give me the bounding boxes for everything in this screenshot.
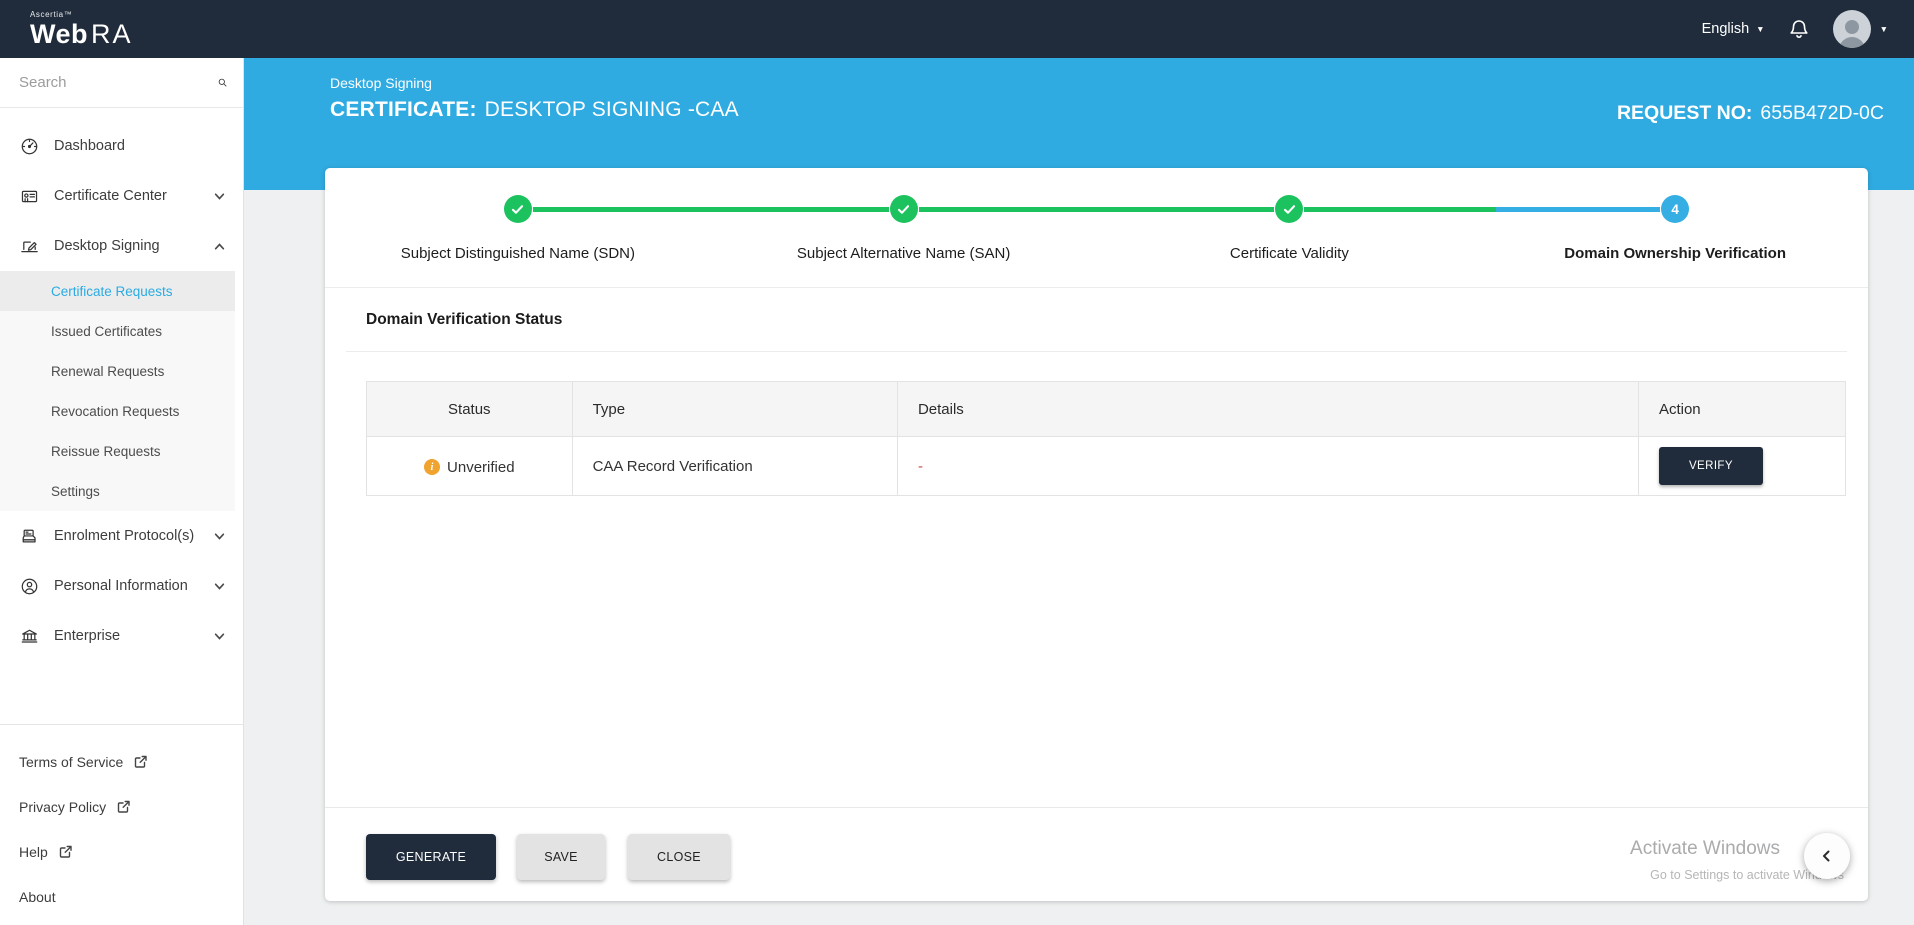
main-content: Desktop Signing CERTIFICATE:DESKTOP SIGN… [244, 58, 1914, 925]
about-link[interactable]: About [0, 874, 243, 919]
sidebar-item-enterprise[interactable]: Enterprise [0, 611, 243, 661]
sidebar-item-issued-certificates[interactable]: Issued Certificates [0, 311, 235, 351]
bank-icon [20, 627, 39, 646]
action-cell: VERIFY [1638, 437, 1845, 496]
person-icon [20, 577, 39, 596]
desktop-signing-submenu: Certificate Requests Issued Certificates… [0, 271, 235, 511]
sidebar-item-enrolment-protocols[interactable]: Enrolment Protocol(s) [0, 511, 243, 561]
sidebar-item-label: Desktop Signing [54, 238, 160, 254]
details-cell: - [897, 437, 1638, 496]
collapse-panel-button[interactable] [1804, 833, 1850, 879]
status-cell: i Unverified [367, 437, 573, 496]
step-connector [1304, 207, 1660, 212]
request-number: REQUEST NO:655B472D-0C [1617, 102, 1884, 125]
webra-wordmark: WebRA [30, 21, 133, 48]
certificate-request-card: 4 Subject Distinguished Name (SDN) Subje… [325, 168, 1868, 901]
check-icon [510, 202, 525, 217]
save-button[interactable]: SAVE [517, 834, 605, 880]
generate-button[interactable]: GENERATE [366, 834, 496, 880]
sidebar-search [0, 58, 243, 108]
chevron-down-icon [214, 191, 225, 202]
webra-logo[interactable]: Ascertia™ WebRA [30, 11, 133, 48]
sidebar-item-personal-information[interactable]: Personal Information [0, 561, 243, 611]
chevron-down-icon [214, 531, 225, 542]
desktop-signing-icon [20, 237, 39, 256]
chevron-up-icon [214, 241, 225, 252]
external-link-icon [116, 799, 131, 814]
topbar: Ascertia™ WebRA English ▼ [0, 0, 1914, 58]
table-row: i Unverified CAA Record Verification - V… [367, 437, 1846, 496]
sidebar-item-desktop-signing[interactable]: Desktop Signing [0, 221, 243, 271]
divider [346, 351, 1847, 352]
ascertia-wordmark: Ascertia™ [30, 11, 133, 19]
step-1-complete[interactable] [504, 195, 532, 223]
step-label-sdn: Subject Distinguished Name (SDN) [325, 245, 711, 262]
wizard-stepper: 4 Subject Distinguished Name (SDN) Subje… [325, 168, 1868, 288]
bell-icon [1787, 17, 1811, 41]
verify-button[interactable]: VERIFY [1659, 447, 1763, 485]
external-link-icon [58, 844, 73, 859]
chevron-down-icon: ▼ [1756, 25, 1764, 34]
status-text: Unverified [447, 459, 515, 476]
sidebar-item-label: Dashboard [54, 138, 125, 154]
step-connector [533, 207, 889, 212]
section-title: Domain Verification Status [366, 311, 1868, 329]
domain-verification-table: Status Type Details Action i Unverified [366, 381, 1846, 496]
sidebar-item-certificate-center[interactable]: Certificate Center [0, 171, 243, 221]
user-menu[interactable]: ▼ [1833, 10, 1888, 48]
avatar [1833, 10, 1871, 48]
step-number: 4 [1671, 202, 1679, 217]
column-header-status: Status [367, 382, 573, 437]
step-4-current[interactable]: 4 [1661, 195, 1689, 223]
column-header-details: Details [897, 382, 1638, 437]
activate-windows-watermark: Activate Windows [1630, 838, 1780, 860]
step-3-complete[interactable] [1275, 195, 1303, 223]
privacy-policy-link[interactable]: Privacy Policy [0, 784, 243, 829]
type-cell: CAA Record Verification [572, 437, 897, 496]
notifications-button[interactable] [1787, 17, 1811, 41]
check-icon [896, 202, 911, 217]
chevron-down-icon [214, 581, 225, 592]
sidebar-footer: Terms of Service Privacy Policy Help Abo… [0, 724, 243, 925]
table-header-row: Status Type Details Action [367, 382, 1846, 437]
sidebar-item-settings[interactable]: Settings [0, 471, 235, 511]
search-input[interactable] [19, 74, 218, 91]
search-icon[interactable] [218, 73, 227, 92]
dashboard-icon [20, 137, 39, 156]
sidebar-nav: Dashboard Certificate Center Desktop Sig… [0, 108, 243, 661]
check-icon [1282, 202, 1297, 217]
breadcrumb: Desktop Signing [330, 75, 1884, 91]
enrolment-icon [20, 527, 39, 546]
language-selector[interactable]: English ▼ [1702, 21, 1765, 37]
sidebar-item-label: Certificate Center [54, 188, 167, 204]
external-link-icon [133, 754, 148, 769]
sidebar-item-revocation-requests[interactable]: Revocation Requests [0, 391, 235, 431]
step-connector [919, 207, 1275, 212]
sidebar-item-certificate-requests[interactable]: Certificate Requests [0, 271, 235, 311]
sidebar-item-reissue-requests[interactable]: Reissue Requests [0, 431, 235, 471]
close-button[interactable]: CLOSE [628, 834, 730, 880]
chevron-down-icon [214, 631, 225, 642]
column-header-action: Action [1638, 382, 1845, 437]
sidebar-item-label: Enterprise [54, 628, 120, 644]
chevron-down-icon: ▼ [1880, 25, 1888, 34]
chevron-left-icon [1819, 848, 1835, 864]
language-label: English [1702, 21, 1750, 37]
webra-app: Ascertia™ WebRA English ▼ [0, 0, 1914, 925]
sidebar-item-label: Personal Information [54, 578, 188, 594]
sidebar-item-label: Enrolment Protocol(s) [54, 528, 194, 544]
sidebar-item-renewal-requests[interactable]: Renewal Requests [0, 351, 235, 391]
step-2-complete[interactable] [890, 195, 918, 223]
certificate-icon [20, 187, 39, 206]
column-header-type: Type [572, 382, 897, 437]
info-warning-icon: i [424, 459, 440, 475]
terms-of-service-link[interactable]: Terms of Service [0, 739, 243, 784]
step-label-domain-ownership: Domain Ownership Verification [1482, 245, 1868, 262]
step-label-validity: Certificate Validity [1097, 245, 1483, 262]
help-link[interactable]: Help [0, 829, 243, 874]
sidebar-item-dashboard[interactable]: Dashboard [0, 121, 243, 171]
sidebar: Dashboard Certificate Center Desktop Sig… [0, 58, 244, 925]
step-label-san: Subject Alternative Name (SAN) [711, 245, 1097, 262]
